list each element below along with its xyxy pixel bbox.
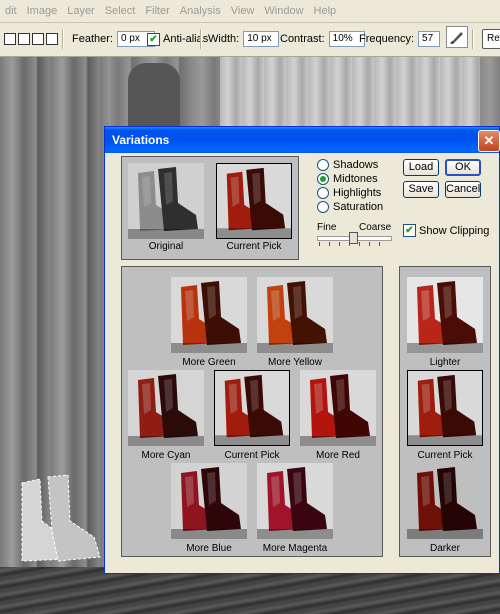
slider-tick bbox=[339, 242, 340, 246]
radio-midtones[interactable]: Midtones bbox=[317, 173, 378, 185]
show-clipping-checkbox[interactable]: ✔ bbox=[403, 224, 416, 237]
cancel-button[interactable]: Cancel bbox=[445, 181, 481, 198]
radio-midtones-control[interactable] bbox=[317, 173, 329, 185]
dialog-titlebar[interactable]: Variations ✕ bbox=[105, 127, 500, 153]
menu-help[interactable]: Help bbox=[309, 5, 342, 17]
photo-floor bbox=[0, 567, 500, 614]
subtract-selection-icon[interactable] bbox=[32, 33, 44, 45]
slider-tick bbox=[319, 242, 320, 246]
brightness-current-pick-label: Current Pick bbox=[417, 450, 473, 461]
intersect-selection-icon[interactable] bbox=[46, 33, 58, 45]
photo-door bbox=[220, 57, 480, 137]
radio-shadows-label: Shadows bbox=[333, 159, 379, 171]
contrast-group: Contrast: 10% bbox=[280, 30, 365, 48]
pen-pressure-group bbox=[446, 26, 468, 48]
ok-button[interactable]: OK bbox=[445, 159, 481, 176]
lighter-thumbnail[interactable] bbox=[407, 277, 483, 353]
selected-boots-marquee bbox=[21, 474, 101, 562]
radio-highlights-label: Highlights bbox=[333, 187, 382, 199]
more-blue-thumbnail[interactable] bbox=[171, 463, 247, 539]
more-cyan-thumbnail[interactable] bbox=[128, 370, 204, 446]
slider-tick bbox=[329, 242, 330, 246]
slider-tick bbox=[359, 242, 360, 246]
width-label: Width: bbox=[208, 33, 240, 45]
more-yellow-thumbnail[interactable] bbox=[257, 277, 333, 353]
more-magenta-thumbnail[interactable] bbox=[257, 463, 333, 539]
preview-panel: Original Current Pick bbox=[121, 156, 299, 260]
separator bbox=[472, 29, 474, 49]
load-button[interactable]: Load bbox=[403, 159, 439, 176]
brightness-variations-panel: Lighter Current Pick Darker bbox=[399, 266, 491, 557]
coarse-label: Coarse bbox=[359, 222, 392, 233]
menu-select[interactable]: Select bbox=[100, 5, 141, 17]
darker-label: Darker bbox=[429, 543, 460, 554]
brightness-current-pick-thumbnail[interactable] bbox=[407, 370, 483, 446]
refine-edge-button[interactable]: Ref bbox=[482, 29, 500, 49]
original-label: Original bbox=[148, 241, 184, 252]
slider-tick bbox=[369, 242, 370, 246]
menu-filter[interactable]: Filter bbox=[140, 5, 174, 17]
selection-mode-group bbox=[4, 30, 60, 48]
radio-highlights[interactable]: Highlights bbox=[317, 187, 381, 199]
darker-thumbnail[interactable] bbox=[407, 463, 483, 539]
dialog-title: Variations bbox=[112, 133, 170, 147]
slider-tick bbox=[379, 242, 380, 246]
current-pick-thumbnail bbox=[216, 163, 292, 239]
width-group: Width: 10 px bbox=[208, 30, 280, 48]
lighter-label: Lighter bbox=[429, 357, 461, 368]
center-current-pick-label: Current Pick bbox=[224, 450, 280, 461]
fine-label: Fine bbox=[317, 222, 337, 233]
menu-window[interactable]: Window bbox=[259, 5, 308, 17]
pen-pressure-icon[interactable] bbox=[446, 26, 468, 48]
variations-dialog: Variations ✕ Original Current Pick Shado… bbox=[104, 126, 500, 574]
radio-saturation-control[interactable] bbox=[317, 201, 329, 213]
radio-shadows-control[interactable] bbox=[317, 159, 329, 171]
more-magenta-label: More Magenta bbox=[262, 543, 328, 554]
more-red-label: More Red bbox=[316, 450, 360, 461]
more-cyan-label: More Cyan bbox=[141, 450, 191, 461]
menu-bar: dit Image Layer Select Filter Analysis V… bbox=[0, 0, 500, 23]
refine-group: Ref bbox=[482, 29, 500, 49]
radio-highlights-control[interactable] bbox=[317, 187, 329, 199]
more-red-thumbnail[interactable] bbox=[300, 370, 376, 446]
frequency-label: Frequency: bbox=[359, 33, 415, 45]
frequency-group: Frequency: 57 bbox=[359, 30, 441, 48]
frequency-input[interactable]: 57 bbox=[418, 31, 441, 47]
radio-saturation-label: Saturation bbox=[333, 201, 384, 213]
center-current-pick-thumbnail[interactable] bbox=[214, 370, 290, 446]
contrast-label: Contrast: bbox=[280, 33, 325, 45]
radio-midtones-label: Midtones bbox=[333, 173, 378, 185]
more-green-label: More Green bbox=[182, 357, 236, 368]
antialias-checkbox[interactable]: ✔ bbox=[147, 32, 160, 46]
show-clipping-option[interactable]: ✔ Show Clipping bbox=[403, 224, 489, 237]
feather-label: Feather: bbox=[72, 33, 113, 45]
add-selection-icon[interactable] bbox=[18, 33, 30, 45]
menu-layer[interactable]: Layer bbox=[62, 5, 100, 17]
more-blue-label: More Blue bbox=[186, 543, 232, 554]
options-bar: Feather: 0 px ✔ Anti-alias Width: 10 px … bbox=[0, 23, 500, 57]
width-input[interactable]: 10 px bbox=[243, 31, 280, 47]
save-button[interactable]: Save bbox=[403, 181, 439, 198]
more-green-thumbnail[interactable] bbox=[171, 277, 247, 353]
color-variations-panel: More Green More Yellow More Cyan Current… bbox=[121, 266, 383, 557]
menu-analysis[interactable]: Analysis bbox=[175, 5, 226, 17]
fine-coarse-slider-thumb[interactable] bbox=[349, 232, 358, 244]
original-thumbnail bbox=[128, 163, 204, 239]
menu-image[interactable]: Image bbox=[22, 5, 63, 17]
new-selection-icon[interactable] bbox=[4, 33, 16, 45]
separator bbox=[200, 29, 202, 49]
show-clipping-label: Show Clipping bbox=[419, 224, 490, 237]
feather-group: Feather: 0 px bbox=[72, 30, 155, 48]
current-pick-label: Current Pick bbox=[226, 241, 282, 252]
more-yellow-label: More Yellow bbox=[268, 357, 322, 368]
radio-shadows[interactable]: Shadows bbox=[317, 159, 378, 171]
menu-view[interactable]: View bbox=[226, 5, 260, 17]
radio-saturation[interactable]: Saturation bbox=[317, 201, 383, 213]
menu-edit[interactable]: dit bbox=[0, 5, 22, 17]
separator bbox=[62, 29, 64, 49]
close-button[interactable]: ✕ bbox=[478, 130, 500, 152]
